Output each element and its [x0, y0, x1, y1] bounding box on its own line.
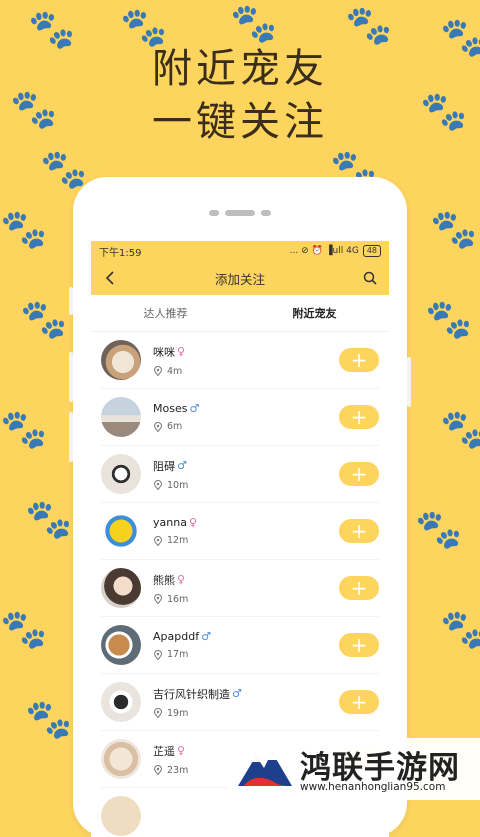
- phone-side-button: [69, 352, 73, 402]
- user-distance: 23m: [167, 764, 189, 776]
- follow-button[interactable]: +: [339, 462, 379, 486]
- paw-print-icon: 🐾: [440, 407, 480, 451]
- user-name: 吉行风针织制造: [153, 687, 230, 701]
- follow-button[interactable]: +: [339, 348, 379, 372]
- paw-print-icon: 🐾: [0, 607, 48, 651]
- status-icon-text: ... ⊘ ⏰ ▐ull 4G: [289, 246, 359, 256]
- status-icons: ... ⊘ ⏰ ▐ull 4G 48: [290, 245, 381, 257]
- site-watermark: 鸿联手游网 www.henanhonglian95.com: [228, 738, 480, 800]
- male-icon: ♂: [189, 402, 200, 415]
- user-name: 阻碍: [153, 459, 175, 473]
- paw-print-icon: 🐾: [25, 697, 73, 741]
- user-distance: 17m: [167, 649, 189, 660]
- female-icon: ♀: [177, 744, 186, 757]
- user-info: yanna ♀ 12m: [153, 516, 339, 546]
- watermark-url: www.henanhonglian95.com: [300, 781, 446, 793]
- user-distance: 12m: [167, 535, 189, 546]
- paw-print-icon: 🐾: [0, 207, 48, 251]
- male-icon: ♂: [232, 687, 242, 700]
- search-icon[interactable]: [361, 269, 379, 287]
- avatar: [101, 796, 141, 836]
- headline-line-1: 附近宠友: [152, 46, 328, 92]
- watermark-logo-icon: [238, 752, 292, 786]
- list-item[interactable]: yanna ♀ 12m +: [101, 503, 379, 560]
- phone-side-button: [69, 412, 73, 462]
- follow-button[interactable]: +: [339, 576, 379, 600]
- avatar: [101, 397, 141, 437]
- phone-side-button: [407, 357, 411, 407]
- user-distance: 6m: [167, 421, 183, 432]
- paw-print-icon: 🐾: [440, 607, 480, 651]
- list-item[interactable]: 熊熊 ♀ 16m +: [101, 560, 379, 617]
- paw-print-icon: 🐾: [40, 147, 88, 191]
- status-bar: 下午1:59 ... ⊘ ⏰ ▐ull 4G 48: [91, 241, 389, 261]
- follow-button[interactable]: +: [339, 519, 379, 543]
- user-name: 熊熊: [153, 573, 175, 587]
- female-icon: ♀: [177, 345, 186, 358]
- paw-print-icon: 🐾: [230, 1, 278, 45]
- user-name: yanna: [153, 516, 187, 529]
- avatar: [101, 682, 141, 722]
- user-name: 咪咪: [153, 345, 175, 359]
- tab-nearby[interactable]: 附近宠友: [240, 305, 389, 321]
- follow-button[interactable]: +: [339, 405, 379, 429]
- paw-print-icon: 🐾: [20, 297, 68, 341]
- location-pin-icon: [153, 765, 163, 775]
- paw-print-icon: 🐾: [415, 507, 463, 551]
- user-name: Apapddf: [153, 630, 200, 643]
- phone-side-button: [69, 287, 73, 315]
- user-info: 吉行风针织制造 ♂ 19m: [153, 686, 339, 719]
- user-info: Apapddf ♂ 17m: [153, 630, 339, 660]
- male-icon: ♂: [177, 459, 187, 472]
- user-name: Moses: [153, 402, 188, 415]
- paw-print-icon: 🐾: [425, 297, 473, 341]
- list-item[interactable]: Moses ♂ 6m +: [101, 389, 379, 446]
- avatar: [101, 568, 141, 608]
- user-distance: 16m: [167, 593, 189, 605]
- phone-speaker: [209, 210, 271, 216]
- paw-print-icon: 🐾: [25, 497, 73, 541]
- list-item[interactable]: Apapddf ♂ 17m +: [101, 617, 379, 674]
- location-pin-icon: [153, 535, 163, 546]
- paw-print-icon: 🐾: [345, 3, 393, 47]
- avatar: [101, 340, 141, 380]
- nav-bar: 添加关注: [91, 261, 389, 295]
- avatar: [101, 511, 141, 551]
- status-time: 下午1:59: [99, 247, 142, 259]
- location-pin-icon: [153, 421, 163, 432]
- avatar: [101, 454, 141, 494]
- user-info: 咪咪 ♀ 4m: [153, 344, 339, 377]
- user-distance: 4m: [167, 365, 183, 377]
- paw-print-icon: 🐾: [0, 407, 48, 451]
- tab-bar: 达人推荐 附近宠友: [91, 295, 389, 332]
- back-arrow-icon[interactable]: [101, 269, 119, 287]
- male-icon: ♂: [201, 630, 211, 643]
- female-icon: ♀: [177, 573, 186, 586]
- user-distance: 19m: [167, 707, 189, 719]
- avatar: [101, 739, 141, 779]
- paw-print-icon: 🐾: [430, 207, 478, 251]
- user-info: 熊熊 ♀ 16m: [153, 572, 339, 605]
- list-item[interactable]: 阻碍 ♂ 10m +: [101, 446, 379, 503]
- list-item[interactable]: 咪咪 ♀ 4m +: [101, 332, 379, 389]
- follow-button[interactable]: +: [339, 690, 379, 714]
- avatar: [101, 625, 141, 665]
- location-pin-icon: [153, 649, 163, 660]
- headline-line-2: 一键关注: [152, 99, 328, 145]
- battery-icon: 48: [362, 245, 381, 257]
- female-icon: ♀: [188, 516, 197, 529]
- follow-button[interactable]: +: [339, 633, 379, 657]
- tab-recommended[interactable]: 达人推荐: [91, 305, 240, 321]
- user-distance: 10m: [167, 479, 189, 491]
- page-title: 添加关注: [214, 271, 265, 287]
- location-pin-icon: [153, 708, 163, 718]
- paw-print-icon: 🐾: [120, 5, 168, 49]
- user-info: Moses ♂ 6m: [153, 402, 339, 432]
- user-info: 阻碍 ♂ 10m: [153, 458, 339, 491]
- user-name: 芷遥: [153, 744, 175, 758]
- location-pin-icon: [153, 594, 163, 604]
- location-pin-icon: [153, 366, 163, 376]
- list-item[interactable]: 吉行风针织制造 ♂ 19m +: [101, 674, 379, 731]
- location-pin-icon: [153, 480, 163, 490]
